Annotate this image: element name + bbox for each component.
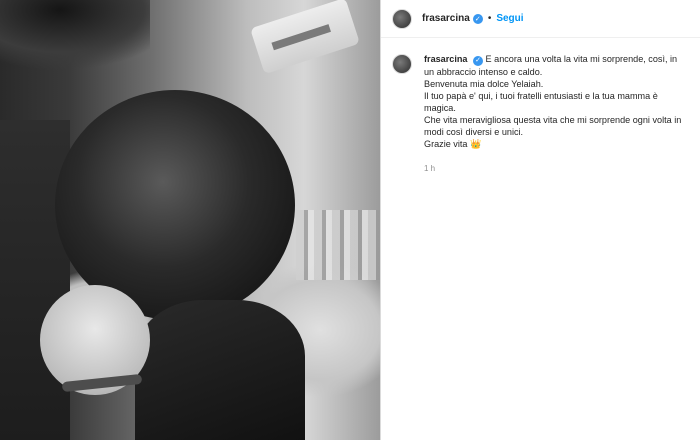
header-separator: •: [487, 13, 492, 24]
verified-badge-icon: ✓: [472, 13, 483, 24]
post-header: frasarcina ✓ • Segui: [381, 0, 700, 38]
photo-detail-shoulder: [0, 120, 70, 440]
post-timestamp[interactable]: 1 h: [424, 163, 688, 175]
caption-line: Grazie vita 👑: [424, 139, 482, 149]
header-username[interactable]: frasarcina: [422, 13, 470, 24]
caption-text: frasarcina ✓ E ancora una volta la vita …: [424, 53, 688, 150]
post-side-panel: frasarcina ✓ • Segui frasarcina ✓ E anco…: [381, 0, 700, 440]
caption-line: Benvenuta mia dolce Yelaiah.: [424, 79, 544, 89]
photo-detail-blanket: [135, 300, 305, 440]
post-photo[interactable]: [0, 0, 380, 440]
avatar[interactable]: [392, 8, 412, 29]
caption-line: Che vita meravigliosa questa vita che mi…: [424, 115, 682, 137]
caption-line: frasarcina ✓ E ancora una volta la vita …: [424, 53, 688, 78]
photo-detail-beard: [0, 0, 150, 70]
caption-comment: frasarcina ✓ E ancora una volta la vita …: [381, 38, 700, 175]
photo-detail-shelf: [296, 210, 380, 280]
caption-body: frasarcina ✓ E ancora una volta la vita …: [424, 53, 688, 175]
avatar[interactable]: [392, 54, 412, 74]
follow-button[interactable]: Segui: [496, 13, 523, 24]
verified-badge-icon: ✓: [473, 56, 484, 66]
caption-line: Il tuo papà e' qui, i tuoi fratelli entu…: [424, 91, 658, 113]
caption-username[interactable]: frasarcina: [424, 54, 467, 64]
photo-detail-air-conditioner: [250, 0, 360, 75]
